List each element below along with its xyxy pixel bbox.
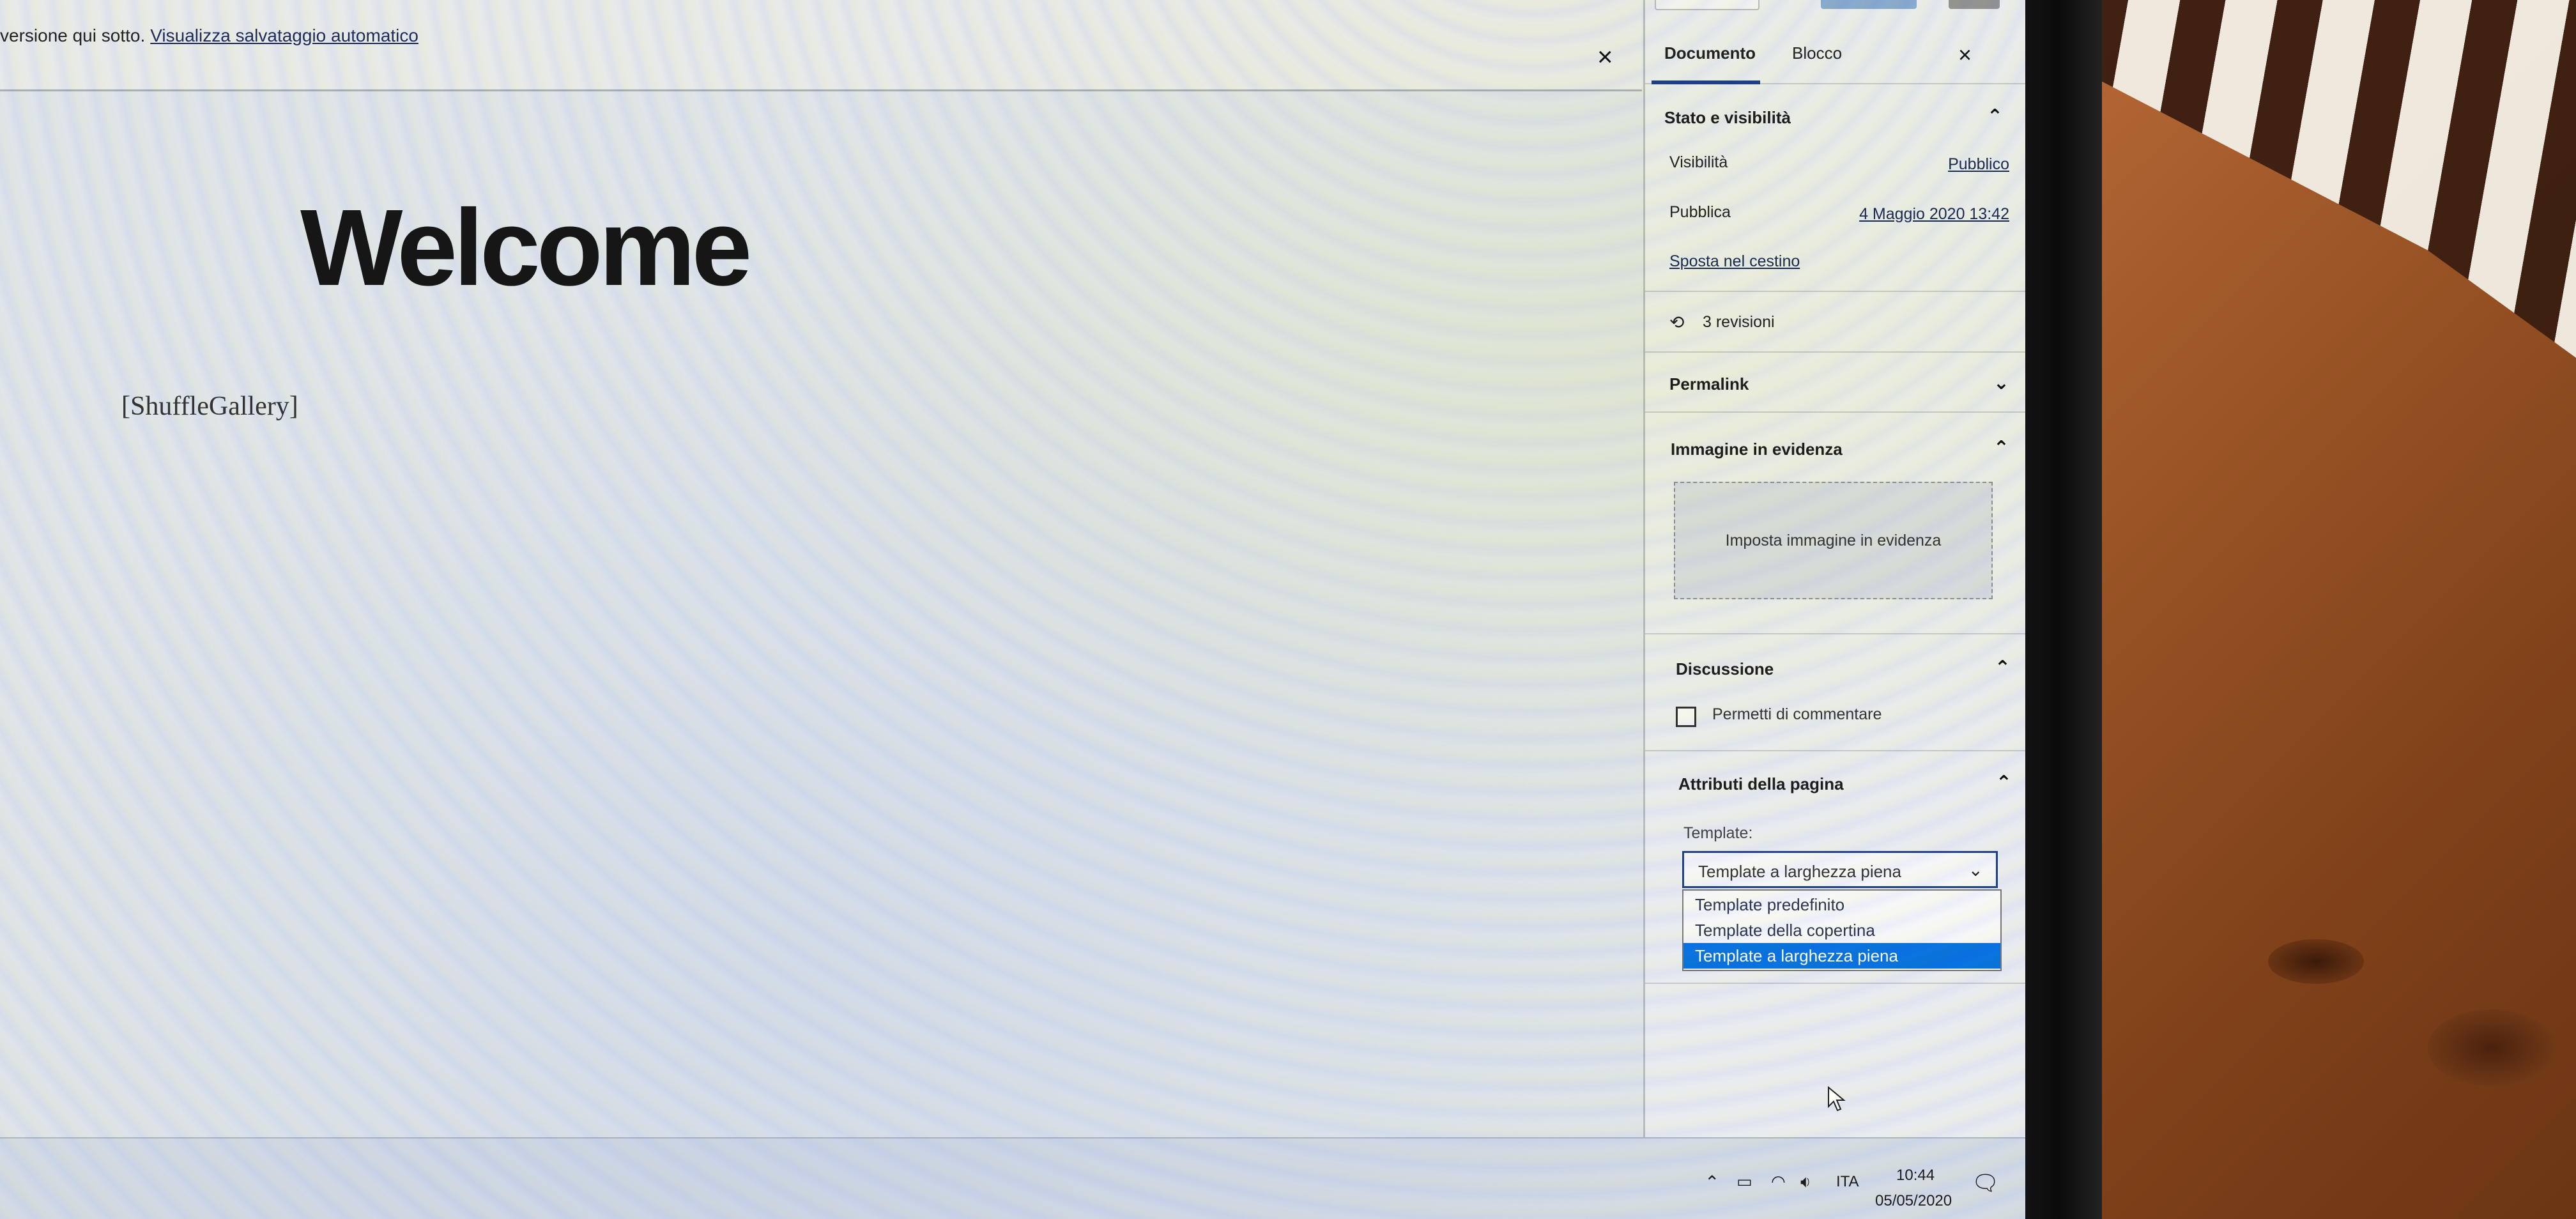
language-indicator[interactable]: ITA [1836, 1173, 1859, 1191]
page-attributes-panel: Attributi della pagina ⌃ Template: Templ… [1645, 751, 2025, 984]
tab-block[interactable]: Blocco [1792, 43, 1842, 63]
chevron-down-icon[interactable]: ⌄ [1993, 372, 2009, 394]
screen: versione qui sotto. Visualizza salvataggi… [0, 0, 2025, 1219]
featured-image-panel: Immagine in evidenza ⌃ Imposta immagine … [1645, 413, 2025, 634]
template-option-selected[interactable]: Template a larghezza piena [1683, 943, 2000, 969]
revisions-link[interactable]: 3 revisioni [1703, 313, 1775, 332]
visibility-label: Visibilità [1669, 153, 1728, 171]
panel-heading[interactable]: Stato e visibilità [1664, 108, 1791, 128]
move-to-trash-link[interactable]: Sposta nel cestino [1669, 252, 1800, 271]
volume-icon[interactable]: 🔉︎ [1800, 1172, 1811, 1192]
status-visibility-panel: Stato e visibilità ⌃ Visibilità Pubblico… [1645, 86, 2025, 292]
allow-comments-checkbox[interactable] [1676, 707, 1696, 727]
panel-heading[interactable]: Discussione [1676, 659, 1774, 679]
set-featured-image-button[interactable]: Imposta immagine in evidenza [1674, 482, 1993, 599]
notification-center-icon[interactable]: 🗨︎ [1972, 1170, 1999, 1196]
active-tab-indicator [1652, 80, 1760, 84]
chevron-up-icon[interactable]: ⌃ [1705, 1172, 1719, 1193]
autosave-notice: versione qui sotto. Visualizza salvataggi… [0, 0, 1642, 91]
panel-heading[interactable]: Immagine in evidenza [1671, 440, 1843, 459]
template-option[interactable]: Template della copertina [1683, 917, 2000, 943]
history-icon: ⟲ [1669, 312, 1685, 332]
template-select-value: Template a larghezza piena [1698, 862, 1901, 881]
allow-comments-label[interactable]: Permetti di commentare [1712, 705, 1882, 724]
discussion-panel: Discussione ⌃ Permetti di commentare [1645, 635, 2025, 751]
template-option[interactable]: Template predefinito [1683, 892, 2000, 917]
clock-date[interactable]: 05/05/2020 [1875, 1192, 1952, 1210]
clock-time[interactable]: 10:44 [1896, 1167, 1935, 1184]
publish-date-link[interactable]: 4 Maggio 2020 13:42 [1859, 205, 2009, 224]
revisions-panel[interactable]: ⟲ 3 revisioni [1645, 293, 2025, 353]
battery-icon[interactable]: ▭ [1736, 1172, 1752, 1192]
chevron-up-icon[interactable]: ⌃ [1987, 105, 2003, 128]
chevron-up-icon[interactable]: ⌃ [1995, 657, 2011, 679]
wifi-icon[interactable]: ◠ [1771, 1172, 1786, 1192]
taskbar: ⌃ ▭ ◠ 🔉︎ ITA 10:44 05/05/2020 🗨︎ [0, 1137, 2025, 1219]
notice-message: versione qui sotto. [0, 26, 146, 45]
wood-knot [2268, 939, 2364, 984]
settings-sidebar: Documento Blocco × Stato e visibilità ⌃ … [1643, 0, 2025, 1137]
chevron-down-icon: ⌄ [1968, 860, 1983, 880]
close-icon[interactable]: × [1597, 43, 1613, 70]
close-icon[interactable]: × [1958, 43, 1972, 66]
wood-knot [2428, 1009, 2556, 1086]
panel-heading[interactable]: Attributi della pagina [1678, 774, 1844, 794]
template-options-list: Template predefinito Template della cope… [1682, 889, 2002, 971]
post-title[interactable]: Welcome [300, 185, 752, 310]
shortcode-block[interactable]: [ShuffleGallery] [121, 391, 298, 422]
mouse-cursor-icon [1828, 1086, 1846, 1112]
sidebar-tabs: Documento Blocco × [1645, 19, 2025, 84]
panel-heading[interactable]: Permalink [1669, 374, 1749, 394]
template-label: Template: [1683, 824, 1753, 842]
notice-text: versione qui sotto. Visualizza salvataggi… [0, 26, 418, 46]
tab-document[interactable]: Documento [1664, 43, 1756, 63]
visibility-value-link[interactable]: Pubblico [1948, 155, 2009, 174]
view-autosave-link[interactable]: Visualizza salvataggio automatico [150, 26, 418, 45]
permalink-panel: Permalink ⌄ [1645, 353, 2025, 413]
template-select[interactable]: Template a larghezza piena ⌄ [1682, 851, 1998, 888]
publish-label: Pubblica [1669, 203, 1731, 221]
chevron-up-icon[interactable]: ⌃ [1996, 772, 2012, 794]
chevron-up-icon[interactable]: ⌃ [1993, 437, 2009, 459]
